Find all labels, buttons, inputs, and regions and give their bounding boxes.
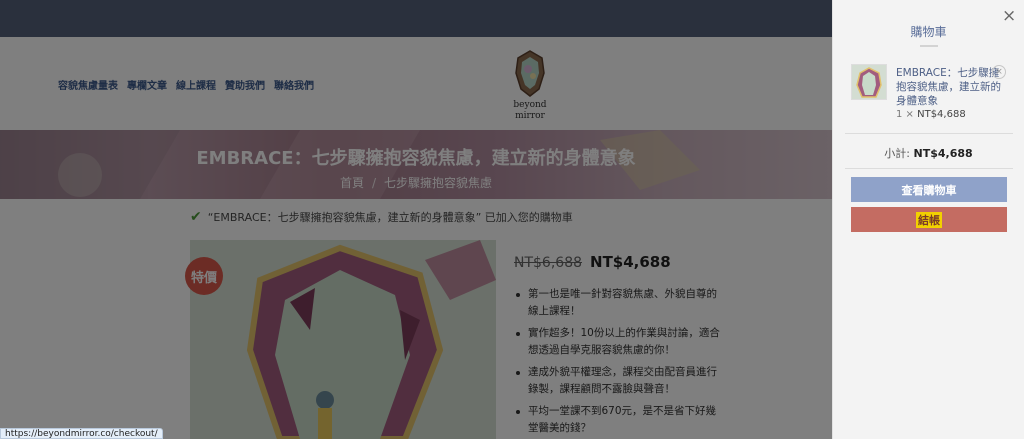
checkout-button[interactable]: 結帳 xyxy=(851,207,1007,232)
subtotal-label: 小計: xyxy=(884,147,911,160)
checkout-label: 結帳 xyxy=(916,211,942,228)
remove-item-icon[interactable]: × xyxy=(992,65,1006,79)
cart-subtotal: 小計: NT$4,688 xyxy=(833,145,1024,161)
page-overlay[interactable] xyxy=(0,0,832,439)
cart-title: 購物車 xyxy=(910,25,947,39)
quantity-text: 1 × xyxy=(896,109,914,120)
divider xyxy=(845,168,1013,169)
cart-item-price: NT$4,688 xyxy=(917,109,966,120)
cart-item: EMBRACE：七步驟擁抱容貌焦慮，建立新的身體意象 1 × NT$4,688 … xyxy=(851,64,1011,124)
product-page: 容貌焦慮量表 專欄文章 線上課程 贊助我們 聯絡我們 beyond mirror… xyxy=(0,0,832,439)
cart-drawer: × 購物車 EMBRACE：七步驟擁抱容貌焦慮，建立新的身體意象 1 × NT$… xyxy=(832,0,1024,439)
view-cart-button[interactable]: 查看購物車 xyxy=(851,177,1007,202)
product-thumbnail-icon xyxy=(852,65,886,99)
cart-item-name[interactable]: EMBRACE：七步驟擁抱容貌焦慮，建立新的身體意象 xyxy=(896,66,1004,108)
subtotal-value: NT$4,688 xyxy=(913,147,973,160)
cart-item-thumbnail[interactable] xyxy=(851,64,887,100)
title-divider xyxy=(920,45,938,47)
link-status-bar: https://beyondmirror.co/checkout/ xyxy=(0,428,163,439)
cart-item-quantity: 1 × NT$4,688 xyxy=(896,109,966,120)
divider xyxy=(845,133,1013,134)
